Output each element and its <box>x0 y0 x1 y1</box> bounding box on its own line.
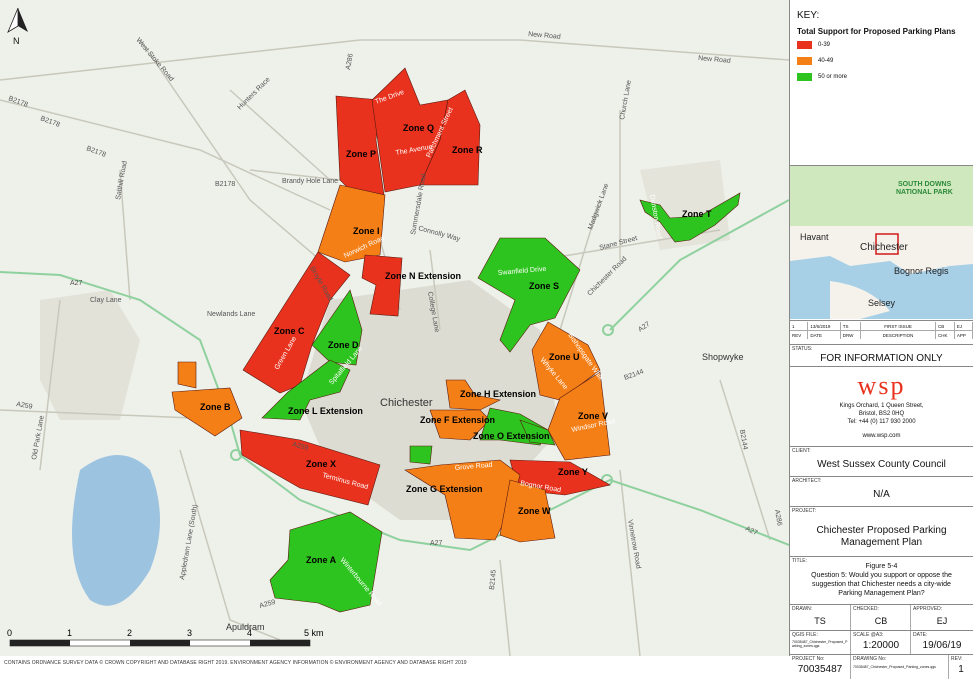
signoff-row: DRAWN: TS CHECKED: CB APPROVED: EJ <box>790 604 973 631</box>
status-block: STATUS: FOR INFORMATION ONLY <box>790 344 973 367</box>
zone-label: Zone G Extension <box>406 484 483 494</box>
project-number-row: PROJECT No: 70035487 DRAWING No: 7003548… <box>790 654 973 679</box>
svg-text:4: 4 <box>247 628 252 638</box>
svg-text:3: 3 <box>187 628 192 638</box>
zone-label: Zone L Extension <box>288 406 363 416</box>
map-canvas: Zone P Zone Q Zone R Zone I Zone N Exten… <box>0 0 790 656</box>
svg-text:Chichester: Chichester <box>860 242 908 253</box>
svg-text:Newlands Lane: Newlands Lane <box>207 311 255 318</box>
client-block: CLIENT: West Sussex County Council <box>790 446 973 477</box>
architect-block: ARCHITECT: N/A <box>790 476 973 507</box>
project-block: PROJECT: Chichester Proposed Parking Man… <box>790 506 973 557</box>
zone-label: Zone D <box>328 340 359 350</box>
place-label: Shopwyke <box>702 352 744 362</box>
svg-text:1: 1 <box>67 628 72 638</box>
status-value: FOR INFORMATION ONLY <box>820 353 943 364</box>
key-title: KEY: <box>797 10 820 21</box>
town-label: Chichester <box>380 397 433 409</box>
svg-text:0: 0 <box>7 628 12 638</box>
svg-text:Selsey: Selsey <box>868 298 896 308</box>
key-item: 50 or more <box>797 72 847 82</box>
svg-text:N: N <box>13 36 20 46</box>
copyright-text: CONTAINS ORDNANCE SURVEY DATA © CROWN CO… <box>4 660 467 666</box>
revision-table: 1 13/6/2019 TS FIRST ISSUE CB EJ REV DATE DRW … <box>790 320 973 345</box>
svg-text:Brandy Hole Lane: Brandy Hole Lane <box>282 178 338 185</box>
key-swatch-40-49 <box>797 57 812 65</box>
zone-label: Zone C <box>274 326 305 336</box>
file-scale-date-row: QGIS FILE: 70035487_Chichester_Proposed_… <box>790 630 973 655</box>
zone-b-small-area <box>177 361 197 389</box>
zone-label: Zone I <box>353 226 380 236</box>
zone-label: Zone F Extension <box>420 415 495 425</box>
map-svg: Zone P Zone Q Zone R Zone I Zone N Exten… <box>0 0 789 656</box>
zone-label: Zone N Extension <box>385 271 461 281</box>
zone-label: Zone X <box>306 459 336 469</box>
svg-text:Havant: Havant <box>800 232 829 242</box>
key-item: 40-49 <box>797 56 833 66</box>
key-item: 0-39 <box>797 40 830 50</box>
wsp-logo: wsp <box>857 371 906 400</box>
zone-label: Zone Y <box>558 467 588 477</box>
zone-label: Zone R <box>452 145 483 155</box>
company-block: wsp Kings Orchard, 1 Queen Street, Brist… <box>790 366 973 447</box>
key-subtitle: Total Support for Proposed Parking Plans <box>797 27 956 36</box>
title-block: KEY: Total Support for Proposed Parking … <box>790 0 973 679</box>
svg-text:5 km: 5 km <box>304 628 324 638</box>
zone-label: Zone O Extension <box>473 431 550 441</box>
copyright-footer: CONTAINS ORDNANCE SURVEY DATA © CROWN CO… <box>0 656 789 679</box>
key-swatch-0-39 <box>797 41 812 49</box>
zone-label: Zone Q <box>403 123 434 133</box>
svg-text:B2178: B2178 <box>215 181 235 188</box>
svg-text:2: 2 <box>127 628 132 638</box>
title-block-figure: TITLE: Figure 5-4 Question 5: Would you … <box>790 556 973 605</box>
zone-label: Zone P <box>346 149 376 159</box>
key-swatch-50-plus <box>797 73 812 81</box>
zone-label: Zone A <box>306 555 337 565</box>
place-label: Apuldram <box>226 622 265 632</box>
svg-text:SOUTH DOWNS: SOUTH DOWNS <box>898 181 952 188</box>
zone-small-green-area <box>409 445 433 465</box>
zone-label: Zone W <box>518 506 551 516</box>
svg-text:Bognor Regis: Bognor Regis <box>894 266 949 276</box>
zone-label: Zone T <box>682 209 712 219</box>
zone-label: Zone S <box>529 281 559 291</box>
zone-label: Zone U <box>549 352 580 362</box>
svg-text:A27: A27 <box>70 280 83 287</box>
svg-text:Clay Lane: Clay Lane <box>90 297 122 304</box>
zone-label: Zone H Extension <box>460 389 536 399</box>
zone-label: Zone B <box>200 402 231 412</box>
svg-text:NATIONAL PARK: NATIONAL PARK <box>896 189 953 196</box>
inset-map: SOUTH DOWNS NATIONAL PARK Havant Chiches… <box>790 165 973 319</box>
svg-text:A27: A27 <box>430 540 443 547</box>
